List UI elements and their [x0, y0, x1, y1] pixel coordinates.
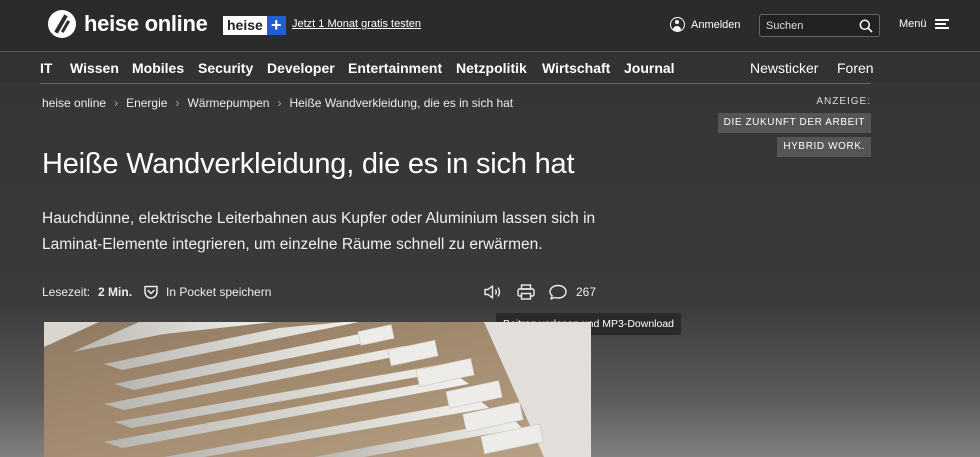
menu-button[interactable]: Menü	[899, 18, 949, 30]
article-lead: Hauchdünne, elektrische Leiterbahnen aus…	[42, 210, 596, 253]
chevron-right-icon: ›	[277, 96, 282, 110]
breadcrumb-item-energie[interactable]: Energie	[126, 96, 167, 110]
hamburger-icon	[934, 19, 949, 29]
nav-item-developer[interactable]: Developer	[267, 60, 335, 76]
nav-item-foren[interactable]: Foren	[837, 60, 874, 76]
ad-chip-hybrid[interactable]: HYBRID WORK.	[777, 137, 871, 157]
comment-icon[interactable]	[548, 283, 568, 301]
promo-link[interactable]: Jetzt 1 Monat gratis testen	[292, 18, 421, 30]
ad-label: ANZEIGE:	[816, 96, 871, 107]
nav-item-wissen[interactable]: Wissen	[70, 60, 119, 76]
nav-item-netzpolitik[interactable]: Netzpolitik	[456, 60, 527, 76]
login-label: Anmelden	[691, 18, 741, 31]
print-icon[interactable]	[516, 283, 536, 301]
user-icon	[670, 17, 685, 32]
main-nav: IT Wissen Mobiles Security Developer Ent…	[0, 51, 980, 83]
plus-badge-text: heise	[223, 16, 267, 35]
search-input[interactable]	[766, 18, 856, 34]
heise-plus-badge[interactable]: heise +	[223, 16, 286, 35]
page-title: Heiße Wandverkleidung, die es in sich ha…	[42, 148, 575, 180]
reading-time: Lesezeit: 2 Min.	[42, 285, 132, 299]
breadcrumb-item-home[interactable]: heise online	[42, 96, 106, 110]
breadcrumb: heise online › Energie › Wärmepumpen › H…	[42, 96, 513, 110]
plus-icon: +	[266, 16, 286, 35]
menu-label: Menü	[899, 18, 927, 30]
chevron-right-icon: ›	[114, 96, 119, 110]
article-hero-image[interactable]	[44, 322, 591, 457]
reading-time-value: 2 Min.	[98, 285, 133, 299]
search-icon[interactable]	[859, 19, 873, 33]
logo-text: heise online	[84, 11, 208, 36]
breadcrumb-item-waermepumpen[interactable]: Wärmepumpen	[187, 96, 269, 110]
nav-item-security[interactable]: Security	[198, 60, 253, 76]
comment-count[interactable]: 267	[576, 285, 596, 299]
pocket-save-button[interactable]: In Pocket speichern	[143, 284, 271, 300]
nav-item-journal[interactable]: Journal	[624, 60, 675, 76]
article-actions: 267	[483, 283, 596, 301]
pocket-label: In Pocket speichern	[166, 285, 272, 299]
breadcrumb-item-current: Heiße Wandverkleidung, die es in sich ha…	[289, 96, 514, 110]
site-logo[interactable]: heise online	[48, 10, 208, 38]
nav-item-entertainment[interactable]: Entertainment	[348, 60, 442, 76]
nav-divider	[40, 83, 871, 84]
nav-item-mobiles[interactable]: Mobiles	[132, 60, 184, 76]
reading-time-label: Lesezeit:	[42, 285, 91, 299]
heise-logo-icon	[48, 10, 76, 38]
ad-chip-zukunft[interactable]: DIE ZUKUNFT DER ARBEIT	[717, 113, 871, 133]
pocket-icon	[144, 285, 158, 299]
nav-item-wirtschaft[interactable]: Wirtschaft	[542, 60, 610, 76]
chevron-right-icon: ›	[175, 96, 180, 110]
nav-item-it[interactable]: IT	[40, 60, 52, 76]
login-button[interactable]: Anmelden	[670, 17, 741, 32]
speaker-icon[interactable]	[483, 283, 503, 301]
top-bar: heise online heise + Jetzt 1 Monat grati…	[0, 0, 980, 51]
search-box	[759, 14, 880, 37]
hero-image-graphic	[44, 322, 591, 457]
nav-item-newsticker[interactable]: Newsticker	[750, 60, 818, 76]
